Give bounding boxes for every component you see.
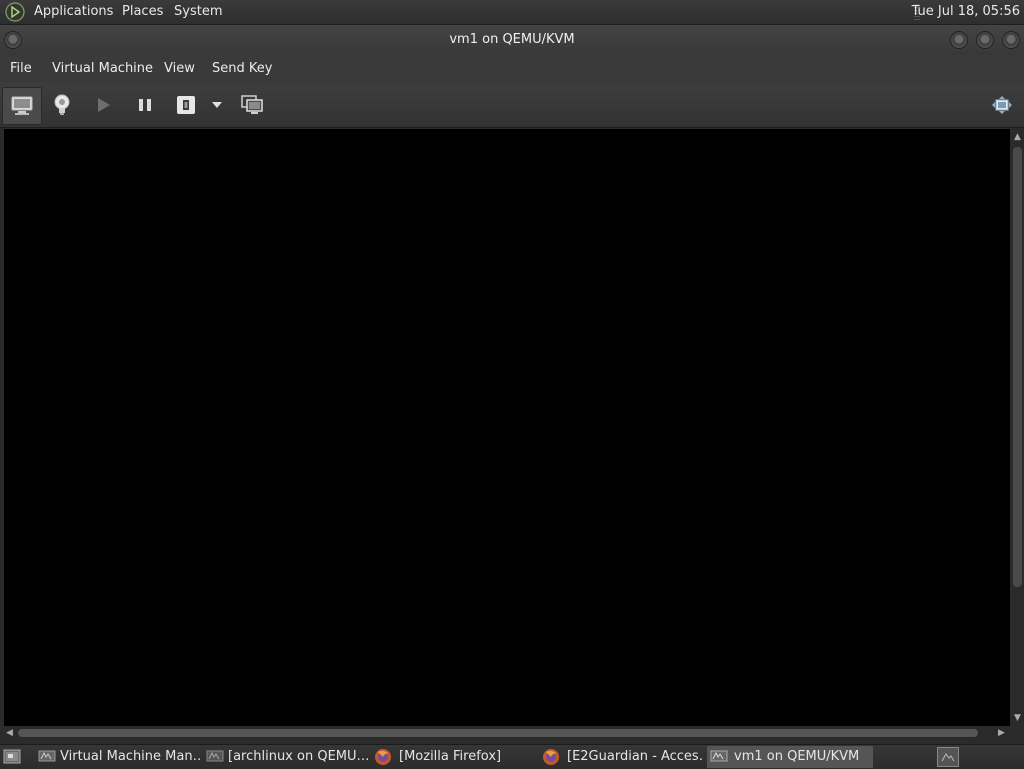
power-icon xyxy=(177,96,195,114)
show-details-button[interactable] xyxy=(44,87,80,123)
virt-manager-icon xyxy=(38,750,56,762)
close-button[interactable] xyxy=(1002,31,1020,49)
snapshots-button[interactable] xyxy=(234,87,270,123)
monitor-icon xyxy=(11,96,33,115)
system-menu[interactable]: System xyxy=(174,0,222,24)
distro-logo-icon[interactable] xyxy=(5,2,25,22)
clock[interactable]: Tue Jul 18, 05:56 xyxy=(912,0,1020,24)
vm-console-display[interactable] xyxy=(4,129,1010,726)
applications-menu[interactable]: Applications xyxy=(34,0,113,24)
menu-virtual-machine[interactable]: Virtual Machine xyxy=(52,55,153,83)
fullscreen-icon xyxy=(992,96,1012,114)
pause-button[interactable] xyxy=(127,87,163,123)
pause-icon xyxy=(139,99,151,111)
play-icon xyxy=(98,98,110,112)
task-mozilla-firefox[interactable]: [Mozilla Firefox] xyxy=(374,746,536,768)
bottom-panel: Virtual Machine Man… [archlinux on QEMU…… xyxy=(0,744,1024,769)
menu-view[interactable]: View xyxy=(164,55,195,83)
task-label: vm1 on QEMU/KVM xyxy=(734,749,860,764)
task-label: [E2Guardian - Acces… xyxy=(567,749,704,764)
shutdown-button[interactable] xyxy=(168,87,204,123)
task-label: Virtual Machine Man… xyxy=(60,749,200,764)
task-label: [Mozilla Firefox] xyxy=(399,749,502,764)
workspace-switcher-icon[interactable] xyxy=(937,747,959,767)
task-label: [archlinux on QEMU… xyxy=(228,749,368,764)
menu-send-key[interactable]: Send Key xyxy=(212,55,272,83)
firefox-icon xyxy=(543,749,559,765)
snapshots-icon xyxy=(241,95,263,114)
window-title-bar[interactable]: vm1 on QEMU/KVM xyxy=(0,25,1024,55)
minimize-button[interactable] xyxy=(950,31,968,49)
task-e2guardian[interactable]: [E2Guardian - Acces… xyxy=(542,746,704,768)
task-vm1[interactable]: vm1 on QEMU/KVM xyxy=(707,746,873,768)
horizontal-scroll-thumb[interactable] xyxy=(18,729,978,737)
menu-bar: File Virtual Machine View Send Key xyxy=(0,55,1024,83)
maximize-button[interactable] xyxy=(976,31,994,49)
vertical-scrollbar[interactable]: ▲ ▼ xyxy=(1011,129,1024,726)
toolbar xyxy=(0,83,1024,128)
show-desktop-icon[interactable] xyxy=(3,748,21,766)
task-virtual-machine-manager[interactable]: Virtual Machine Man… xyxy=(38,746,200,768)
scroll-up-icon[interactable]: ▲ xyxy=(1014,132,1021,142)
top-panel: Applications Places System Tue Jul 18, 0… xyxy=(0,0,1024,25)
virt-manager-icon xyxy=(206,750,224,762)
vertical-scroll-thumb[interactable] xyxy=(1013,147,1022,587)
shutdown-menu-button[interactable] xyxy=(205,87,229,123)
menu-file[interactable]: File xyxy=(10,55,32,83)
show-console-button[interactable] xyxy=(2,87,42,125)
horizontal-scrollbar[interactable]: ◀ ▶ xyxy=(4,726,1010,740)
scroll-down-icon[interactable]: ▼ xyxy=(1014,713,1021,723)
places-menu[interactable]: Places xyxy=(122,0,163,24)
virt-manager-icon xyxy=(710,750,728,762)
firefox-icon xyxy=(375,749,391,765)
task-archlinux[interactable]: [archlinux on QEMU… xyxy=(206,746,368,768)
run-button[interactable] xyxy=(85,87,121,123)
scroll-left-icon[interactable]: ◀ xyxy=(6,728,13,738)
window-title: vm1 on QEMU/KVM xyxy=(449,32,575,47)
lightbulb-icon xyxy=(54,94,70,115)
scroll-right-icon[interactable]: ▶ xyxy=(998,728,1005,738)
dropdown-arrow-icon xyxy=(212,102,222,108)
fullscreen-button[interactable] xyxy=(984,87,1020,123)
